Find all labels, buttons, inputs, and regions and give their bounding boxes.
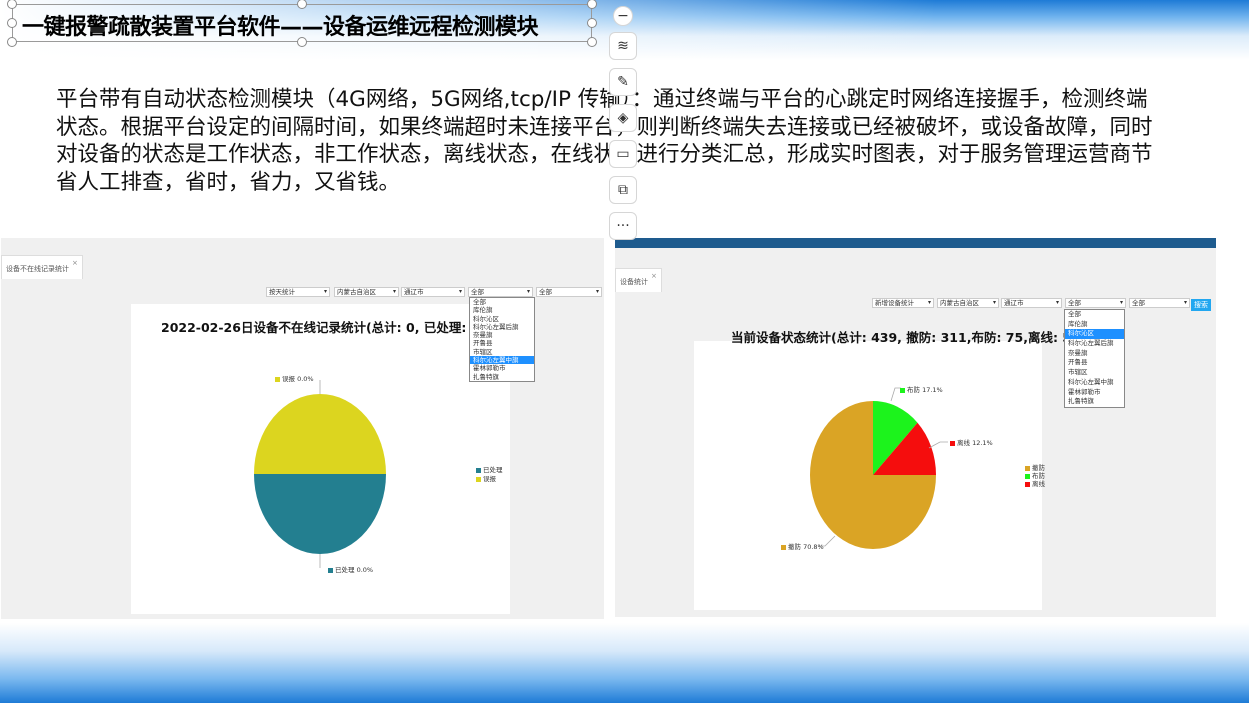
slice-label-processed: 已处理 0.0%	[328, 564, 373, 574]
layers-icon[interactable]: ≋	[609, 32, 637, 60]
pie-chart-device-status	[810, 387, 948, 549]
dropdown-option[interactable]: 市辖区	[1065, 368, 1124, 378]
dropdown-option[interactable]: 科尔沁左翼中旗	[1065, 378, 1124, 388]
resize-handle-bottom-right[interactable]	[587, 37, 597, 47]
dropdown-option[interactable]: 全部	[1065, 310, 1124, 320]
more-options-icon[interactable]: ···	[609, 212, 637, 240]
slice-label-armed: 布防 17.1%	[900, 384, 943, 394]
dropdown-option[interactable]: 扎鲁特旗	[1065, 397, 1124, 407]
crop-image-icon[interactable]: ⧉	[609, 176, 637, 204]
bottom-gradient-band	[0, 623, 1249, 703]
dropdown-option[interactable]: 库伦旗	[470, 306, 534, 314]
device-status-screenshot: 设备统计× 新增设备统计 ▾ 内蒙古自治区 ▾ 通辽市 ▾ 全部 ▾ 全部 ▾ 搜索 当前…	[615, 238, 1216, 617]
legend-false-alarm[interactable]: 误报	[476, 473, 496, 483]
district-dropdown-list[interactable]: 全部 库伦旗 科尔沁区 科尔沁左翼后旗 奈曼旗 开鲁县 市辖区 科尔沁左翼中旗 …	[469, 297, 535, 382]
legend-offline[interactable]: 离线	[1025, 478, 1045, 488]
resize-handle-middle-left[interactable]	[7, 18, 17, 28]
slice-label-offline: 离线 12.1%	[950, 437, 993, 447]
pie-slice-false-alarm[interactable]	[254, 394, 386, 474]
slice-label-false-alarm: 误报 0.0%	[275, 373, 314, 383]
slide: 一键报警疏散装置平台软件——设备运维远程检测模块 平台带有自动状态检测模块（4G…	[0, 0, 1249, 703]
dropdown-option[interactable]: 库伦旗	[1065, 320, 1124, 330]
dropdown-option[interactable]: 奈曼旗	[1065, 349, 1124, 359]
resize-handle-middle-right[interactable]	[587, 18, 597, 28]
fill-color-icon[interactable]: ◈	[609, 104, 637, 132]
dropdown-option[interactable]: 科尔沁左翼后旗	[470, 323, 534, 331]
slide-title[interactable]: 一键报警疏散装置平台软件——设备运维远程检测模块	[22, 9, 539, 41]
pen-style-icon[interactable]: ✎	[609, 68, 637, 96]
dropdown-option[interactable]: 科尔沁左翼后旗	[1065, 339, 1124, 349]
resize-handle-bottom-left[interactable]	[7, 37, 17, 47]
label-leader-offline	[928, 441, 948, 449]
collapse-icon[interactable]: −	[613, 6, 633, 26]
dropdown-option[interactable]: 开鲁县	[1065, 358, 1124, 368]
dropdown-option[interactable]: 市辖区	[470, 348, 534, 356]
dropdown-option[interactable]: 霍林郭勒市	[470, 364, 534, 372]
district-dropdown-list[interactable]: 全部 库伦旗 科尔沁区 科尔沁左翼后旗 奈曼旗 开鲁县 市辖区 科尔沁左翼中旗 …	[1064, 309, 1125, 408]
pie-slice-processed[interactable]	[254, 474, 386, 554]
dropdown-option[interactable]: 开鲁县	[470, 339, 534, 347]
slice-label-disarmed: 撤防 70.8%	[781, 541, 824, 551]
dropdown-option[interactable]: 科尔沁区	[470, 315, 534, 323]
dropdown-option[interactable]: 扎鲁特旗	[470, 373, 534, 381]
border-color-icon[interactable]: ▭	[609, 140, 637, 168]
offline-record-screenshot: 设备不在线记录统计× 按天统计 ▾ 内蒙古自治区 ▾ 通辽市 ▾ 全部 ▾ 全部 ▾ 20…	[1, 238, 604, 619]
dropdown-option-selected[interactable]: 科尔沁区	[1065, 329, 1124, 340]
dropdown-option[interactable]: 霍林郭勒市	[1065, 388, 1124, 398]
pie-chart-offline	[254, 380, 386, 568]
